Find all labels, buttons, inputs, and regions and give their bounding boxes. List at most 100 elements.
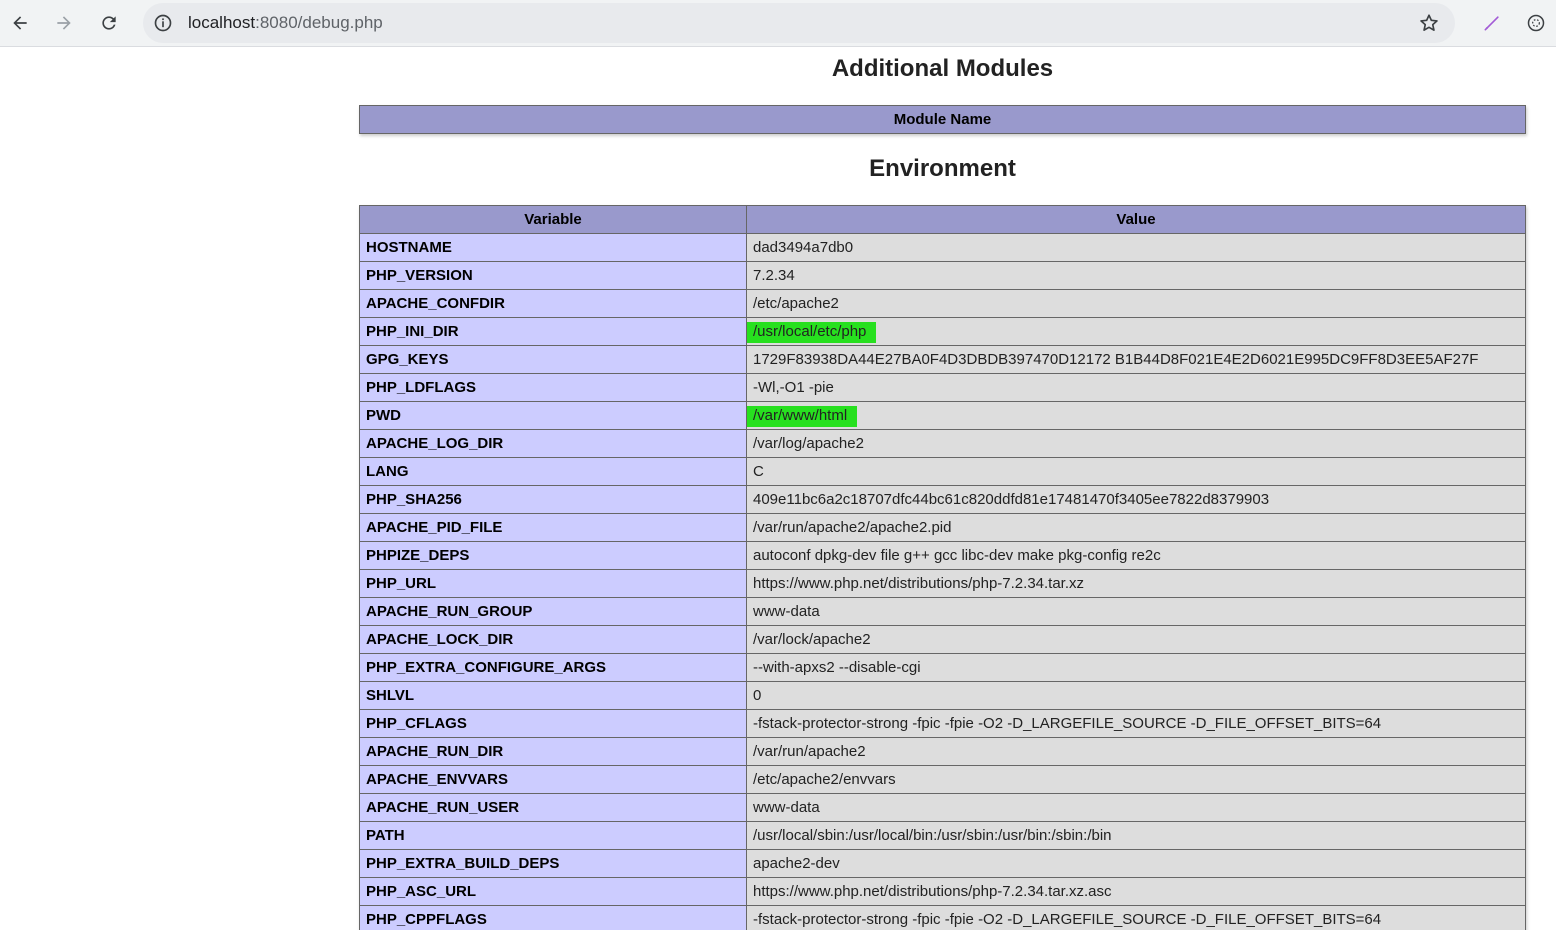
variable-name-cell: PHP_URL: [359, 569, 747, 598]
variable-value-cell: /etc/apache2: [746, 289, 1526, 318]
variable-name-cell: PWD: [359, 401, 747, 430]
table-row: APACHE_RUN_DIR/var/run/apache2: [359, 737, 1526, 766]
forward-button[interactable]: [48, 7, 80, 39]
variable-value-cell: /var/run/apache2/apache2.pid: [746, 513, 1526, 542]
table-row: PHP_EXTRA_CONFIGURE_ARGS --with-apxs2 --d…: [359, 653, 1526, 682]
value-header: Value: [746, 205, 1526, 234]
variable-value-cell: 1729F83938DA44E27BA0F4D3DBDB397470D12172…: [746, 345, 1526, 374]
value-text: /etc/apache2: [753, 295, 839, 312]
back-button[interactable]: [4, 7, 36, 39]
site-info-icon[interactable]: [151, 11, 175, 35]
variable-name-cell: PHP_INI_DIR: [359, 317, 747, 346]
value-text: apache2-dev: [753, 855, 840, 872]
extension-pen-icon[interactable]: [1476, 7, 1508, 39]
modules-table: Module Name: [359, 105, 1526, 134]
variable-name-cell: PHP_EXTRA_BUILD_DEPS: [359, 849, 747, 878]
highlighted-value: /usr/local/etc/php: [747, 322, 877, 343]
variable-name-cell: APACHE_LOG_DIR: [359, 429, 747, 458]
variable-name-cell: PHP_LDFLAGS: [359, 373, 747, 402]
additional-modules-title: Additional Modules: [831, 55, 1054, 82]
value-text: https://www.php.net/distributions/php-7.…: [753, 883, 1112, 900]
value-text: C: [753, 463, 764, 480]
table-row: LANG C: [359, 457, 1526, 486]
variable-value-cell: /var/log/apache2: [746, 429, 1526, 458]
environment-title: Environment: [869, 155, 1016, 182]
variable-name-cell: APACHE_RUN_USER: [359, 793, 747, 822]
value-text: /etc/apache2/envvars: [753, 771, 896, 788]
variable-value-cell: /var/www/html: [746, 401, 1526, 430]
variable-value-cell: 7.2.34: [746, 261, 1526, 290]
table-row: HOSTNAME dad3494a7db0: [359, 233, 1526, 262]
value-text: www-data: [753, 799, 820, 816]
value-text: /var/run/apache2: [753, 743, 866, 760]
extension-circle-icon[interactable]: [1520, 7, 1552, 39]
table-row: PHP_CFLAGS -fstack-protector-strong -fpic…: [359, 709, 1526, 738]
variable-value-cell: --with-apxs2 --disable-cgi: [746, 653, 1526, 682]
variable-name-cell: PHPIZE_DEPS: [359, 541, 747, 570]
table-row: PHP_INI_DIR/usr/local/etc/php: [359, 317, 1526, 346]
variable-value-cell: apache2-dev: [746, 849, 1526, 878]
variable-value-cell: /usr/local/sbin:/usr/local/bin:/usr/sbin…: [746, 821, 1526, 850]
reload-button[interactable]: [93, 7, 125, 39]
table-row: PHP_LDFLAGS -Wl,-O1 -pie: [359, 373, 1526, 402]
value-text: -Wl,-O1 -pie: [753, 379, 834, 396]
table-row: PWD/var/www/html: [359, 401, 1526, 430]
variable-value-cell: /var/lock/apache2: [746, 625, 1526, 654]
variable-name-cell: APACHE_RUN_GROUP: [359, 597, 747, 626]
variable-name-cell: PHP_VERSION: [359, 261, 747, 290]
variable-name-cell: PHP_CPPFLAGS: [359, 905, 747, 930]
variable-name-cell: HOSTNAME: [359, 233, 747, 262]
variable-name-cell: PHP_CFLAGS: [359, 709, 747, 738]
value-text: /var/lock/apache2: [753, 631, 871, 648]
table-row: PHP_ASC_URL https://www.php.net/distribut…: [359, 877, 1526, 906]
value-text: dad3494a7db0: [753, 239, 854, 256]
variable-value-cell: https://www.php.net/distributions/php-7.…: [746, 569, 1526, 598]
page-content: Additional Modules Module Name Environme…: [0, 47, 1556, 930]
variable-name-cell: PHP_EXTRA_CONFIGURE_ARGS: [359, 653, 747, 682]
variable-name-cell: GPG_KEYS: [359, 345, 747, 374]
bookmark-star-icon[interactable]: [1417, 11, 1441, 35]
url-text[interactable]: localhost:8080/debug.php: [188, 13, 383, 33]
table-row: PHP_SHA256 409e11bc6a2c18707dfc44bc61c820…: [359, 485, 1526, 514]
variable-name-cell: APACHE_RUN_DIR: [359, 737, 747, 766]
value-text: autoconf dpkg-dev file g++ gcc libc-dev …: [753, 547, 1161, 564]
value-text: https://www.php.net/distributions/php-7.…: [753, 575, 1085, 592]
variable-value-cell: dad3494a7db0: [746, 233, 1526, 262]
environment-table: Variable Value HOSTNAME dad3494a7db0 PHP_V…: [359, 205, 1526, 930]
variable-header: Variable: [359, 205, 747, 234]
highlighted-value: /var/www/html: [747, 406, 858, 427]
address-bar[interactable]: localhost:8080/debug.php: [143, 3, 1455, 43]
variable-value-cell: 0: [746, 681, 1526, 710]
variable-value-cell: -Wl,-O1 -pie: [746, 373, 1526, 402]
table-row: APACHE_LOCK_DIR/var/lock/apache2: [359, 625, 1526, 654]
table-row: APACHE_RUN_GROUP www-data: [359, 597, 1526, 626]
value-text: 1729F83938DA44E27BA0F4D3DBDB397470D12172…: [753, 351, 1479, 368]
variable-value-cell: autoconf dpkg-dev file g++ gcc libc-dev …: [746, 541, 1526, 570]
table-row: APACHE_RUN_USER www-data: [359, 793, 1526, 822]
variable-name-cell: PATH: [359, 821, 747, 850]
table-row: PATH/usr/local/sbin:/usr/local/bin:/usr/…: [359, 821, 1526, 850]
value-text: /usr/local/sbin:/usr/local/bin:/usr/sbin…: [753, 827, 1112, 844]
environment-header-row: Variable Value: [359, 205, 1526, 234]
variable-value-cell: C: [746, 457, 1526, 486]
reload-icon: [102, 16, 116, 30]
table-row: PHP_EXTRA_BUILD_DEPS apache2-dev: [359, 849, 1526, 878]
value-text: -fstack-protector-strong -fpic -fpie -O2…: [753, 715, 1382, 732]
table-row: APACHE_PID_FILE/var/run/apache2/apache2.…: [359, 513, 1526, 542]
variable-value-cell: 409e11bc6a2c18707dfc44bc61c820ddfd81e174…: [746, 485, 1526, 514]
table-row: SHLVL 0: [359, 681, 1526, 710]
variable-name-cell: PHP_SHA256: [359, 485, 747, 514]
variable-value-cell: www-data: [746, 793, 1526, 822]
table-row: PHP_VERSION 7.2.34: [359, 261, 1526, 290]
variable-value-cell: www-data: [746, 597, 1526, 626]
variable-name-cell: PHP_ASC_URL: [359, 877, 747, 906]
arrow-left-icon: [13, 16, 27, 30]
table-row: APACHE_ENVVARS/etc/apache2/envvars: [359, 765, 1526, 794]
variable-value-cell: -fstack-protector-strong -fpic -fpie -O2…: [746, 709, 1526, 738]
variable-name-cell: APACHE_CONFDIR: [359, 289, 747, 318]
variable-value-cell: /etc/apache2/envvars: [746, 765, 1526, 794]
table-row: PHP_CPPFLAGS -fstack-protector-strong -fp…: [359, 905, 1526, 930]
table-row: PHP_URL https://www.php.net/distributions…: [359, 569, 1526, 598]
variable-name-cell: APACHE_LOCK_DIR: [359, 625, 747, 654]
value-text: 7.2.34: [753, 267, 795, 284]
